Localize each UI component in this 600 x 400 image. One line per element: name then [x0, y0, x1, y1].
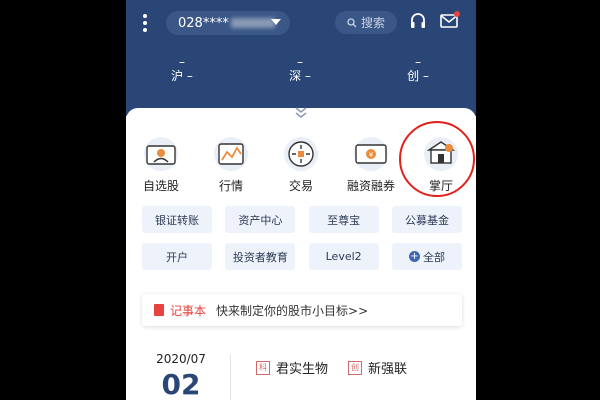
index-cy-name: 创 – [407, 69, 429, 83]
grid-label-market: 行情 [218, 179, 243, 193]
highlight-circle-annotation [399, 121, 475, 197]
index-sz-value: – [297, 55, 303, 69]
svg-text:¥: ¥ [369, 151, 374, 159]
watchlist-icon [144, 137, 178, 171]
ipo-item[interactable]: 创 新强联 [348, 358, 407, 377]
index-cy[interactable]: – 创 – [388, 55, 448, 83]
chip-investor-education[interactable]: 投资者教育 [225, 243, 296, 270]
notebook-text: 快来制定你的股市小目标>> [216, 303, 369, 318]
margin-icon: ¥ [354, 137, 388, 171]
index-sh-value: – [179, 55, 185, 69]
calendar-date[interactable]: 2020/07 02 [146, 352, 216, 400]
calendar-year-month: 2020/07 [156, 352, 206, 366]
chip-bank-transfer[interactable]: 银证转账 [142, 206, 212, 233]
grid-item-trade[interactable]: 交易 [266, 136, 336, 194]
grid-item-market[interactable]: 行情 [196, 136, 266, 194]
search-button[interactable]: 搜索 [335, 11, 397, 34]
search-label: 搜索 [360, 16, 385, 30]
chip-zhizunbao[interactable]: 至尊宝 [308, 206, 379, 233]
chip-all-label: 全部 [422, 250, 445, 264]
market-icon [214, 137, 248, 171]
expand-chevron-icon[interactable] [290, 106, 312, 120]
index-sh-name: 沪 – [171, 69, 193, 83]
chip-level2[interactable]: Level2 [308, 243, 379, 270]
stock-name: 君实生物 [276, 362, 329, 377]
mail-icon[interactable] [440, 11, 460, 29]
chip-asset-center[interactable]: 资产中心 [225, 206, 296, 233]
notebook-banner[interactable]: 记事本 快来制定你的股市小目标>> [142, 294, 462, 326]
account-selector[interactable]: 028**** [166, 11, 290, 35]
more-menu-icon[interactable] [143, 14, 147, 32]
stock-name: 新强联 [368, 362, 408, 377]
index-cy-value: – [415, 55, 421, 69]
index-sh[interactable]: – 沪 – [152, 55, 212, 83]
notebook-icon [154, 304, 164, 316]
chevron-down-icon [271, 19, 281, 25]
divider [230, 354, 231, 400]
headset-icon[interactable] [409, 12, 427, 30]
phone-screen: 028**** 搜索 – 沪 – – 深 – – 创 – 自选股 行情 交易 ¥… [126, 0, 476, 400]
grid-item-margin[interactable]: ¥ 融资融券 [336, 136, 406, 194]
stock-tag-badge: 创 [348, 360, 362, 375]
calendar-day: 02 [161, 368, 201, 400]
app-header: 028**** 搜索 – 沪 – – 深 – – 创 – [126, 0, 476, 116]
chips-row-1: 银证转账 资产中心 至尊宝 公募基金 [142, 206, 462, 233]
chip-all[interactable]: + 全部 [391, 243, 462, 270]
grid-label-trade: 交易 [288, 179, 313, 193]
grid-item-watchlist[interactable]: 自选股 [126, 136, 196, 194]
notebook-tag: 记事本 [170, 303, 207, 318]
account-mask [230, 18, 275, 28]
trade-icon [284, 137, 318, 171]
search-icon [347, 17, 357, 27]
chips-row-2: 开户 投资者教育 Level2 + 全部 [142, 243, 462, 270]
chip-public-fund[interactable]: 公募基金 [391, 206, 462, 233]
grid-label-margin: 融资融券 [346, 179, 395, 193]
account-number: 028**** [178, 15, 229, 31]
chip-open-account[interactable]: 开户 [142, 243, 212, 270]
index-sz[interactable]: – 深 – [270, 55, 330, 83]
grid-label-watchlist: 自选股 [142, 179, 179, 193]
stock-tag-badge: 科 [256, 360, 270, 375]
plus-icon: + [408, 251, 420, 262]
ipo-item[interactable]: 科 君实生物 [256, 358, 328, 377]
index-sz-name: 深 – [289, 69, 311, 83]
